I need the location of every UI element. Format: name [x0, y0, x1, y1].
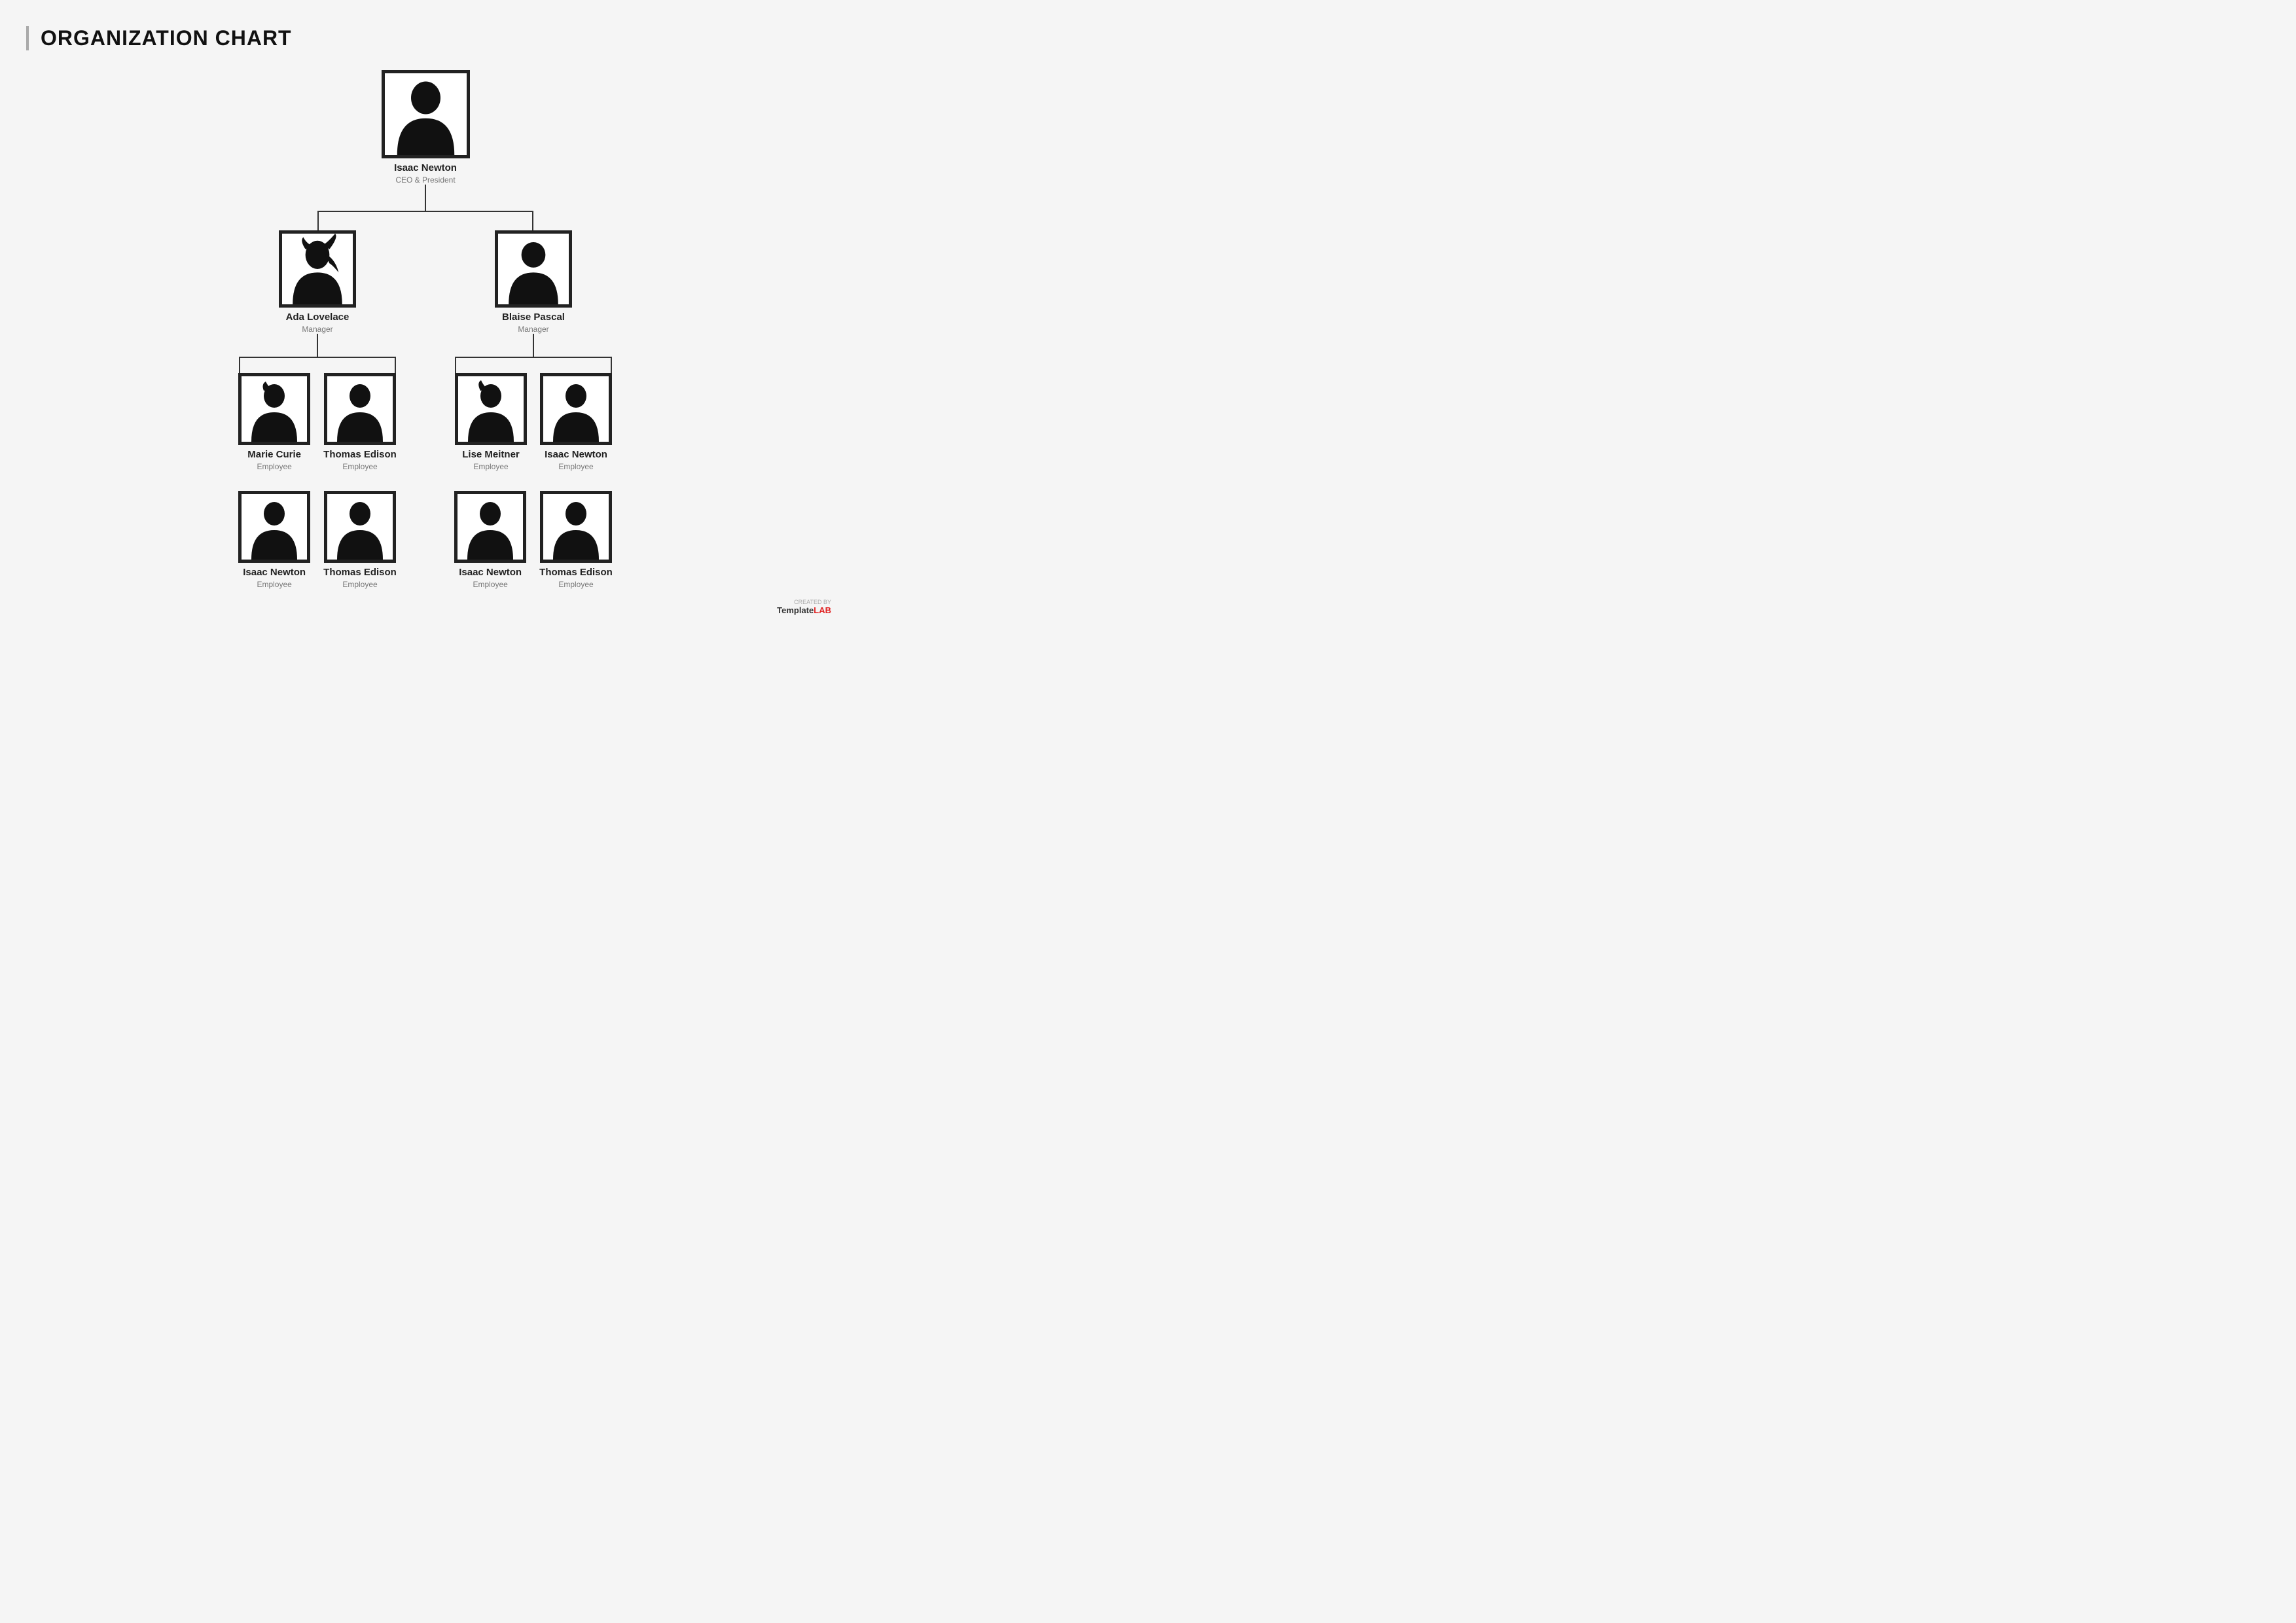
manager-blaise-level: Blaise Pascal Manager [495, 230, 572, 357]
thomas1-avatar [324, 373, 396, 445]
thomas-r2l2-role: Employee [342, 580, 377, 589]
isaac-r1r2-role: Employee [558, 462, 593, 471]
isaac-r2r1-role: Employee [473, 580, 507, 589]
ceo-node: Isaac Newton CEO & President [382, 70, 470, 185]
employee-isaac-r2r1-node: Isaac Newton Employee [454, 491, 526, 589]
manager-blaise-node: Blaise Pascal Manager [495, 230, 572, 334]
manager-ada-avatar [279, 230, 356, 308]
employee-lise-node: Lise Meitner Employee [455, 373, 527, 471]
right-employees-row1: Lise Meitner Employee [455, 373, 612, 471]
manager-ada-name: Ada Lovelace [286, 312, 350, 323]
manager-ada-node: Ada Lovelace Manager [279, 230, 356, 334]
lise-role: Employee [473, 462, 508, 471]
brand-lab: LAB [814, 605, 831, 615]
thomas-r2r2-avatar [540, 491, 612, 563]
thomas-r2l2-name: Thomas Edison [323, 567, 397, 579]
ceo-level: Isaac Newton CEO & President [382, 70, 470, 211]
org-chart: Isaac Newton CEO & President [26, 70, 825, 589]
marie-avatar [238, 373, 310, 445]
manager-blaise-avatar [495, 230, 572, 308]
thomas1-role: Employee [342, 462, 377, 471]
blaise-down-connector [533, 334, 534, 357]
isaac-r2l1-role: Employee [257, 580, 291, 589]
ceo-avatar [382, 70, 470, 158]
employee-marie-node: Marie Curie Employee [238, 373, 310, 471]
employee-isaac-r1r2-node: Isaac Newton Employee [540, 373, 612, 471]
brand-template: Template [777, 605, 814, 615]
employee-thomas1-node: Thomas Edison Employee [323, 373, 397, 471]
manager-blaise-name: Blaise Pascal [502, 312, 565, 323]
employee-thomas-r2l2-node: Thomas Edison Employee [323, 491, 397, 589]
isaac-r2r1-avatar [454, 491, 526, 563]
page-title: ORGANIZATION CHART [26, 26, 825, 50]
watermark: CREATED BY TemplateLAB [777, 599, 831, 615]
manager-blaise-role: Manager [518, 325, 548, 334]
marie-role: Employee [257, 462, 291, 471]
thomas1-name: Thomas Edison [323, 449, 397, 461]
isaac-r2l1-name: Isaac Newton [243, 567, 306, 579]
lise-avatar [455, 373, 527, 445]
thomas-r2l2-avatar [324, 491, 396, 563]
created-by-label: CREATED BY [777, 599, 831, 605]
isaac-r1r2-name: Isaac Newton [545, 449, 607, 461]
ceo-name: Isaac Newton [394, 162, 457, 174]
thomas-r2r2-role: Employee [558, 580, 593, 589]
isaac-r2r1-name: Isaac Newton [459, 567, 522, 579]
ada-down-connector [317, 334, 318, 357]
right-employees-row2: Isaac Newton Employee [454, 491, 613, 589]
marie-name: Marie Curie [247, 449, 301, 461]
ceo-down-connector [425, 185, 426, 211]
isaac-r1r2-avatar [540, 373, 612, 445]
left-employees-row1: Marie Curie Employee [238, 373, 397, 471]
ceo-role: CEO & President [395, 175, 455, 185]
employee-isaac-r2l1-node: Isaac Newton Employee [238, 491, 310, 589]
manager-ada-level: Ada Lovelace Manager [279, 230, 356, 357]
manager-ada-role: Manager [302, 325, 332, 334]
lise-name: Lise Meitner [462, 449, 520, 461]
thomas-r2r2-name: Thomas Edison [539, 567, 613, 579]
isaac-r2l1-avatar [238, 491, 310, 563]
left-employees-row2: Isaac Newton Employee [238, 491, 397, 589]
employee-thomas-r2r2-node: Thomas Edison Employee [539, 491, 613, 589]
